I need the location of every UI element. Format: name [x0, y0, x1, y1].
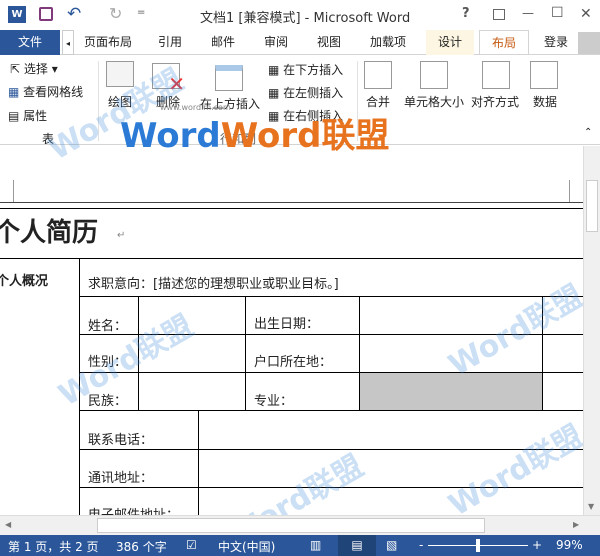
title-bar: W ↶ ↻ = 文档1 [兼容模式] - Microsoft Word ? — …: [0, 0, 600, 30]
sign-in-link[interactable]: 登录: [536, 30, 576, 55]
group-table-label: 表: [42, 132, 55, 146]
watermark-brand: Word联盟: [220, 116, 390, 156]
collapse-ribbon-icon[interactable]: ⌃: [584, 127, 592, 138]
page-count[interactable]: 第 1 页，共 2 页: [8, 538, 99, 555]
scroll-left-icon[interactable]: ◀: [5, 520, 11, 529]
selected-cell[interactable]: [360, 373, 542, 410]
proofing-icon[interactable]: ☑: [186, 538, 197, 552]
watermark-logo: Word联盟: [222, 448, 370, 515]
cell-size-button[interactable]: 单元格大小: [404, 93, 464, 110]
tab-file[interactable]: 文件: [0, 30, 60, 55]
data-button[interactable]: 数据: [533, 93, 557, 110]
objective-cell[interactable]: 求职意向：[描述您的理想职业或职业目标。]: [88, 273, 339, 292]
help-button[interactable]: ?: [462, 6, 470, 21]
birth-label: 出生日期：: [254, 317, 320, 332]
delete-table-icon: ✕: [152, 63, 185, 96]
zoom-out-button[interactable]: -: [419, 538, 423, 552]
major-label: 专业：: [254, 394, 294, 409]
select-button[interactable]: ⇱ 选择 ▾: [10, 60, 58, 77]
address-label: 通讯地址：: [88, 471, 154, 486]
minimize-button[interactable]: —: [522, 6, 534, 20]
undo-icon[interactable]: ↶: [67, 4, 81, 24]
zoom-in-button[interactable]: +: [532, 538, 542, 552]
draw-table-icon: [106, 61, 134, 87]
section-label: 个人概况: [0, 274, 49, 289]
scroll-right-icon[interactable]: ▶: [573, 520, 579, 529]
scroll-down-icon[interactable]: ▼: [588, 502, 594, 511]
tab-design[interactable]: 设计: [426, 30, 474, 55]
insert-below-button[interactable]: ▦ 在下方插入: [268, 61, 343, 78]
tab-view[interactable]: 视图: [309, 30, 349, 55]
gender-label: 性别：: [88, 355, 128, 370]
phone-label: 联系电话：: [88, 433, 154, 448]
avatar[interactable]: [578, 32, 600, 54]
word-logo-icon: W: [8, 6, 26, 23]
data-icon: [530, 61, 558, 89]
vertical-scrollbar[interactable]: ▼: [583, 146, 600, 515]
resume-heading: 个人简历: [0, 218, 99, 248]
cursor-icon: ⇱: [10, 62, 24, 76]
view-gridlines-label: 查看网格线: [23, 85, 84, 99]
horizontal-scroll-thumb[interactable]: [97, 518, 485, 533]
tab-mailings[interactable]: 邮件: [203, 30, 243, 55]
document-area[interactable]: 个人简历 ↵ 个人概况 求职意向：[描述您的理想职业或职业目标。] 姓名： 出生…: [0, 146, 583, 515]
window-title: 文档1 [兼容模式] - Microsoft Word: [200, 11, 411, 26]
status-bar: 第 1 页，共 2 页 386 个字 ☑ 中文(中国) ▥ ▤ ▧ - + 99…: [0, 535, 600, 556]
tab-review[interactable]: 审阅: [256, 30, 296, 55]
insert-left-label: 在左侧插入: [283, 86, 344, 100]
watermark-logo: Word联盟: [442, 418, 583, 515]
customize-qat-icon[interactable]: =: [137, 7, 145, 18]
cell-size-icon: [420, 61, 448, 89]
tab-layout[interactable]: 布局: [479, 30, 529, 56]
grid-icon: ▦: [8, 85, 24, 99]
alignment-button[interactable]: 对齐方式: [471, 93, 519, 110]
insert-below-icon: ▦: [268, 63, 284, 77]
read-mode-icon[interactable]: ▥: [310, 538, 321, 552]
scroll-thumb[interactable]: [586, 180, 598, 232]
properties-button[interactable]: ▤ 属性: [8, 107, 47, 124]
merge-icon: [364, 61, 392, 89]
zoom-slider-handle[interactable]: [476, 539, 480, 552]
insert-left-button[interactable]: ▦ 在左侧插入: [268, 84, 343, 101]
save-icon[interactable]: [39, 7, 53, 21]
name-label: 姓名：: [88, 319, 128, 334]
horizontal-scrollbar[interactable]: ◀ ▶: [0, 515, 600, 535]
redo-icon[interactable]: ↻: [109, 4, 122, 23]
alignment-icon: [482, 61, 510, 89]
ethnic-label: 民族：: [88, 394, 128, 409]
tab-scroll-left[interactable]: ◂: [62, 30, 74, 55]
insert-above-icon: [215, 65, 243, 91]
maximize-button[interactable]: ☐: [551, 5, 564, 21]
watermark-url: www.wordlm.com: [160, 103, 231, 112]
word-count[interactable]: 386 个字: [116, 538, 167, 555]
insert-left-icon: ▦: [268, 86, 284, 100]
ribbon-display-button[interactable]: [493, 9, 505, 20]
email-label: 电子邮件地址：: [88, 504, 179, 515]
print-layout-icon[interactable]: ▤: [338, 535, 376, 556]
paragraph-mark: ↵: [117, 230, 126, 241]
select-label: 选择: [23, 62, 48, 76]
web-layout-icon[interactable]: ▧: [386, 538, 397, 552]
properties-label: 属性: [23, 109, 48, 123]
language[interactable]: 中文(中国): [218, 538, 275, 555]
ribbon-tabs: 文件 ◂ 页面布局 引用 邮件 审阅 视图 加载项 设计 布局 登录: [0, 30, 600, 56]
properties-icon: ▤: [8, 109, 24, 123]
tab-addins[interactable]: 加载项: [362, 30, 414, 55]
watermark-banner: WordWord联盟: [120, 116, 390, 156]
watermark-logo: Word联盟: [442, 278, 583, 384]
hukou-label: 户口所在地：: [254, 355, 333, 370]
tab-references[interactable]: 引用: [150, 30, 190, 55]
close-button[interactable]: ✕: [580, 6, 592, 22]
tab-page-layout[interactable]: 页面布局: [78, 30, 138, 55]
insert-below-label: 在下方插入: [283, 63, 344, 77]
view-gridlines-button[interactable]: ▦ 查看网格线: [8, 83, 83, 100]
zoom-level[interactable]: 99%: [556, 538, 583, 552]
